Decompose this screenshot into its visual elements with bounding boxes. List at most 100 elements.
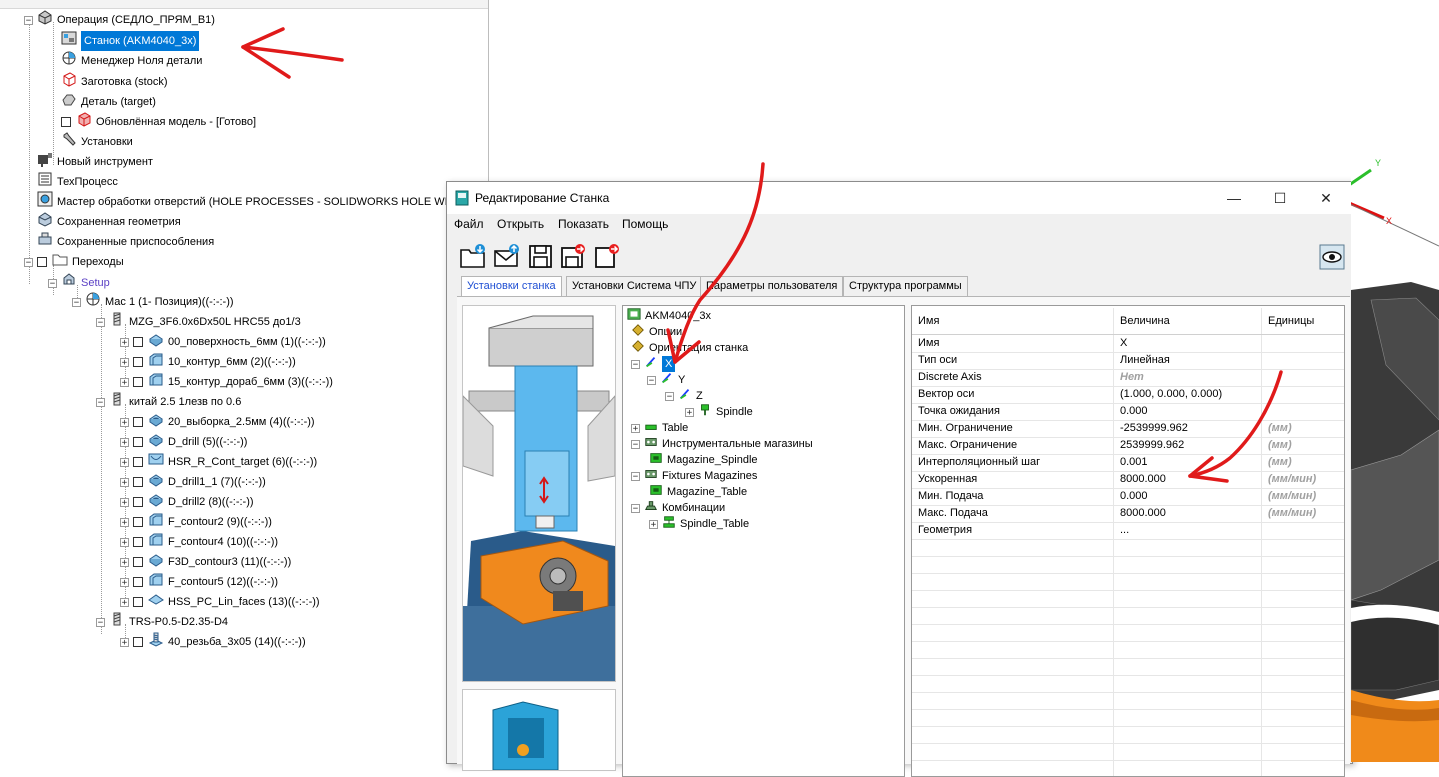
axis-tree-node[interactable]: Magazine_Spindle [649, 452, 758, 468]
expand-toggle-icon[interactable]: + [120, 417, 129, 427]
axis-tree-node[interactable]: Magazine_Table [649, 484, 747, 500]
close-button[interactable]: ✕ [1303, 182, 1349, 214]
export-icon[interactable] [593, 242, 621, 270]
tree-node[interactable]: + D_drill1_1 (7)((-:-:-)) [120, 472, 266, 492]
maximize-button[interactable]: ☐ [1257, 182, 1303, 214]
tab-machine-settings[interactable]: Установки станка [461, 276, 562, 297]
property-value[interactable]: (1.000, 0.000, 0.000) [1114, 386, 1262, 403]
tab-program-structure[interactable]: Структура программы [843, 276, 968, 296]
tree-node[interactable]: + HSS_PC_Lin_faces (13)((-:-:-)) [120, 592, 320, 612]
tree-node[interactable]: Деталь (target) [48, 92, 156, 112]
expand-toggle-icon[interactable]: − [72, 297, 81, 307]
tree-node[interactable]: − Операция (СЕДЛО_ПРЯМ_В1) [24, 9, 215, 30]
property-value[interactable]: 0.000 [1114, 488, 1262, 505]
tab-user-parameters[interactable]: Параметры пользователя [700, 276, 844, 296]
tree-node[interactable]: − Переходы [24, 252, 124, 272]
tree-node[interactable]: Мастер обработки отверстий (HOLE PROCESS… [24, 191, 462, 212]
property-row[interactable]: Тип оси Линейная [912, 352, 1344, 370]
tree-node[interactable]: +15_контур_дораб_6мм (3)((-:-:-)) [120, 372, 333, 392]
minimize-button[interactable]: — [1211, 182, 1257, 214]
expand-toggle-icon[interactable]: − [631, 471, 640, 481]
tree-checkbox[interactable] [133, 377, 143, 387]
tree-checkbox[interactable] [133, 557, 143, 567]
expand-toggle-icon[interactable]: + [120, 597, 129, 607]
tree-node[interactable]: Обновлённая модель - [Готово] [48, 111, 256, 132]
tree-checkbox[interactable] [61, 117, 71, 127]
tree-node[interactable]: Станок (AKM4040_3x) [48, 31, 200, 51]
expand-toggle-icon[interactable]: − [631, 439, 640, 449]
tree-checkbox[interactable] [133, 417, 143, 427]
property-row[interactable]: Discrete Axis Нет [912, 369, 1344, 387]
tree-node[interactable]: Заготовка (stock) [48, 71, 168, 92]
property-row[interactable]: Макс. Подача 8000.000 (мм/мин) [912, 505, 1344, 523]
tree-checkbox[interactable] [133, 497, 143, 507]
tree-checkbox[interactable] [37, 257, 47, 267]
tree-checkbox[interactable] [133, 597, 143, 607]
expand-toggle-icon[interactable]: + [685, 407, 694, 417]
tree-checkbox[interactable] [133, 537, 143, 547]
property-row[interactable]: Интерполяционный шаг 0.001 (мм) [912, 454, 1344, 472]
tree-node[interactable]: − Мас 1 (1- Позиция)((-:-:-)) [72, 292, 234, 312]
tree-node[interactable]: + F_contour2 (9)((-:-:-)) [120, 512, 272, 532]
tree-node[interactable]: + F_contour5 (12)((-:-:-)) [120, 572, 278, 592]
tree-node[interactable]: Сохраненные приспособления [24, 232, 214, 252]
property-value[interactable]: 8000.000 [1114, 505, 1262, 522]
axis-tree-node[interactable]: + Spindle [685, 403, 753, 420]
tree-checkbox[interactable] [133, 477, 143, 487]
expand-toggle-icon[interactable]: + [631, 423, 640, 433]
tree-node[interactable]: + F3D_contour3 (11)((-:-:-)) [120, 552, 291, 572]
tree-checkbox[interactable] [133, 637, 143, 647]
expand-toggle-icon[interactable]: + [120, 377, 129, 387]
property-value[interactable]: 0.000 [1114, 403, 1262, 420]
property-row[interactable]: Геометрия... [912, 522, 1344, 540]
expand-toggle-icon[interactable]: − [96, 317, 105, 327]
expand-toggle-icon[interactable]: − [96, 397, 105, 407]
expand-toggle-icon[interactable]: + [120, 557, 129, 567]
tree-checkbox[interactable] [133, 457, 143, 467]
3d-viewport[interactable]: Z Y X [1351, 0, 1439, 762]
property-row[interactable]: Мин. Ограничение -2539999.962 (мм) [912, 420, 1344, 438]
axis-tree-node[interactable]: + Spindle_Table [649, 515, 749, 532]
expand-toggle-icon[interactable]: + [120, 577, 129, 587]
expand-toggle-icon[interactable]: − [24, 257, 33, 267]
tree-node[interactable]: + D_drill (5)((-:-:-)) [120, 432, 247, 452]
tree-node[interactable]: +20_выборка_2.5мм (4)((-:-:-)) [120, 412, 315, 432]
property-row[interactable]: Макс. Ограничение 2539999.962 (мм) [912, 437, 1344, 455]
tab-cnc-settings[interactable]: Установки Система ЧПУ [566, 276, 703, 296]
tree-node[interactable]: + HSR_R_Cont_target (6)((-:-:-)) [120, 452, 317, 472]
tree-node[interactable]: +40_резьба_3х05 (14)((-:-:-)) [120, 632, 306, 652]
expand-toggle-icon[interactable]: − [665, 391, 674, 401]
view-eye-icon[interactable] [1319, 244, 1345, 270]
expand-toggle-icon[interactable]: − [96, 617, 105, 627]
expand-toggle-icon[interactable]: − [631, 359, 640, 369]
tree-node[interactable]: +10_контур_6мм (2)((-:-:-)) [120, 352, 296, 372]
property-value[interactable]: 2539999.962 [1114, 437, 1262, 454]
save-icon[interactable] [527, 242, 555, 270]
expand-toggle-icon[interactable]: + [120, 537, 129, 547]
property-row[interactable]: Точка ожидания 0.000 [912, 403, 1344, 421]
tree-checkbox[interactable] [133, 517, 143, 527]
tree-node[interactable]: − MZG_3F6.0x6Dx50L HRC55 до1/3 [96, 312, 301, 332]
tree-node[interactable]: Новый инструмент [24, 152, 153, 172]
menu-show[interactable]: Показать [558, 217, 609, 231]
property-value[interactable]: -2539999.962 [1114, 420, 1262, 437]
expand-toggle-icon[interactable]: + [120, 437, 129, 447]
property-row[interactable]: Ускоренная 8000.000 (мм/мин) [912, 471, 1344, 489]
header-name[interactable]: Имя [912, 308, 1114, 334]
expand-toggle-icon[interactable]: + [120, 637, 129, 647]
tree-node[interactable]: − TRS-P0.5-D2.35-D4 [96, 612, 228, 632]
tree-node[interactable]: Сохраненная геометрия [24, 211, 181, 232]
property-value[interactable]: ... [1114, 522, 1262, 539]
expand-toggle-icon[interactable]: − [48, 278, 57, 288]
property-value[interactable]: Нет [1114, 369, 1262, 386]
expand-toggle-icon[interactable]: + [120, 357, 129, 367]
open-mail-icon[interactable] [493, 242, 521, 270]
tree-checkbox[interactable] [133, 357, 143, 367]
save-as-icon[interactable] [559, 242, 587, 270]
expand-toggle-icon[interactable]: + [120, 477, 129, 487]
tree-node[interactable]: Менеджер Ноля детали [48, 51, 202, 71]
property-row[interactable]: Вектор оси (1.000, 0.000, 0.000) [912, 386, 1344, 404]
tree-checkbox[interactable] [133, 577, 143, 587]
property-row[interactable]: Имя X [912, 335, 1344, 353]
tree-node[interactable]: Установки [48, 131, 133, 152]
